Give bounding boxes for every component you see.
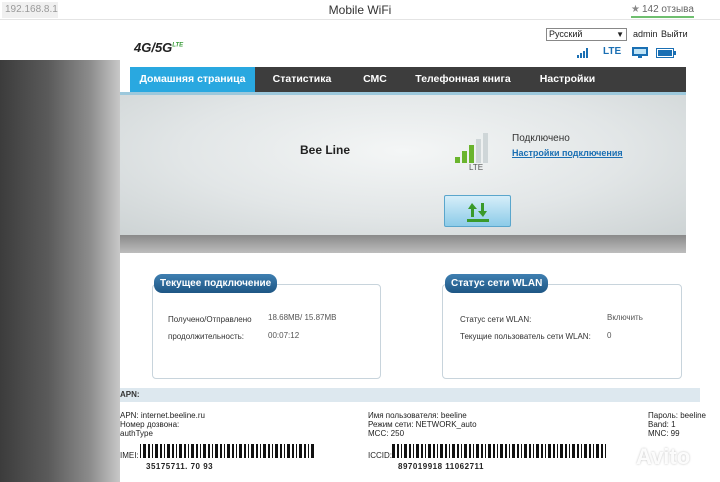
iccid-barcode bbox=[392, 444, 606, 458]
auth-type: authType bbox=[120, 429, 153, 438]
wlan-status-label: Статус сети WLAN: bbox=[460, 315, 532, 324]
status-panel bbox=[120, 92, 686, 235]
left-background-top bbox=[0, 20, 120, 60]
main-nav: Домашняя страница Статистика СМС Телефон… bbox=[130, 67, 686, 92]
dial-number: Номер дозвона: bbox=[120, 420, 180, 429]
imei-label: IMEI: bbox=[120, 451, 139, 460]
apn-value: APN: internet.beeline.ru bbox=[120, 411, 205, 420]
star-icon: ★ bbox=[631, 4, 640, 15]
language-select[interactable]: Русский ▼ bbox=[546, 28, 627, 41]
language-value: Русский bbox=[549, 29, 583, 39]
nav-settings[interactable]: Настройки bbox=[530, 67, 605, 92]
reviews-link[interactable]: ★ 142 отзыва bbox=[631, 2, 694, 18]
operator-name: Bee Line bbox=[300, 143, 351, 157]
network-type: LTE bbox=[603, 46, 622, 57]
transfer-icon bbox=[467, 203, 489, 222]
nav-phonebook[interactable]: Телефонная книга bbox=[408, 67, 518, 92]
received-sent-label: Получено/Отправлено bbox=[168, 315, 252, 324]
band-value: Band: 1 bbox=[648, 420, 676, 429]
nav-home[interactable]: Домашняя страница bbox=[130, 67, 255, 92]
info-column-1: APN: internet.beeline.ru Номер дозвона: … bbox=[120, 411, 205, 438]
chevron-down-icon: ▼ bbox=[616, 30, 624, 39]
info-column-3: Пароль: beeline Band: 1 MNC: 99 bbox=[648, 411, 706, 438]
signal-type: LTE bbox=[469, 163, 484, 172]
logo-suffix: LTE bbox=[172, 42, 184, 49]
current-connection-title: Текущее подключение bbox=[154, 274, 278, 293]
wlan-users-value: 0 bbox=[607, 331, 612, 340]
username-value: Имя пользователя: beeline bbox=[368, 411, 467, 420]
iccid-label: ICCID: bbox=[368, 451, 392, 460]
received-sent-value: 18.68MB/ 15.87MB bbox=[268, 313, 337, 322]
watermark: Avito bbox=[636, 444, 691, 469]
browser-bar: 192.168.8.1 Mobile WiFi ★ 142 отзыва bbox=[0, 0, 720, 20]
duration-label: продолжительность: bbox=[168, 332, 244, 341]
duration-value: 00:07:12 bbox=[268, 331, 300, 340]
connect-button[interactable] bbox=[444, 195, 511, 227]
reviews-count: 142 отзыва bbox=[641, 4, 694, 15]
info-column-2: Имя пользователя: beeline Режим сети: NE… bbox=[368, 411, 477, 438]
signal-strength-icon bbox=[455, 133, 488, 163]
connection-state: Подключено bbox=[512, 133, 570, 144]
nav-sms[interactable]: СМС bbox=[350, 67, 400, 92]
signal-icon bbox=[577, 48, 588, 58]
divider-band bbox=[120, 235, 686, 253]
iccid-value: 897019918 11062711 bbox=[398, 462, 484, 471]
left-background bbox=[0, 20, 120, 482]
wlan-users-label: Текущие пользователь сети WLAN: bbox=[460, 332, 591, 341]
wlan-status-title: Статус сети WLAN bbox=[445, 274, 549, 293]
screen: 192.168.8.1 Mobile WiFi ★ 142 отзыва 4G/5… bbox=[0, 0, 720, 482]
logout-link[interactable]: Выйти bbox=[661, 29, 688, 39]
imei-barcode bbox=[140, 444, 314, 458]
apn-header: APN: bbox=[120, 388, 700, 402]
logo-text: 4G/5G bbox=[134, 40, 173, 55]
battery-icon bbox=[656, 48, 676, 58]
window-title: Mobile WiFi bbox=[328, 3, 392, 17]
connection-settings-link[interactable]: Настройки подключения bbox=[512, 148, 623, 158]
imei-value: 35175711. 70 93 bbox=[146, 462, 214, 471]
brand-logo: 4G/5GLTE bbox=[134, 40, 183, 55]
network-mode: Режим сети: NETWORK_auto bbox=[368, 420, 477, 429]
nav-statistics[interactable]: Статистика bbox=[262, 67, 342, 92]
mnc-value: MNC: 99 bbox=[648, 429, 680, 438]
monitor-icon bbox=[632, 47, 648, 58]
avito-logo-icon bbox=[613, 449, 631, 467]
wlan-status-value: Включить bbox=[607, 313, 643, 322]
user-name: admin bbox=[633, 29, 658, 39]
mcc-value: MCC: 250 bbox=[368, 429, 405, 438]
password-value: Пароль: beeline bbox=[648, 411, 707, 420]
